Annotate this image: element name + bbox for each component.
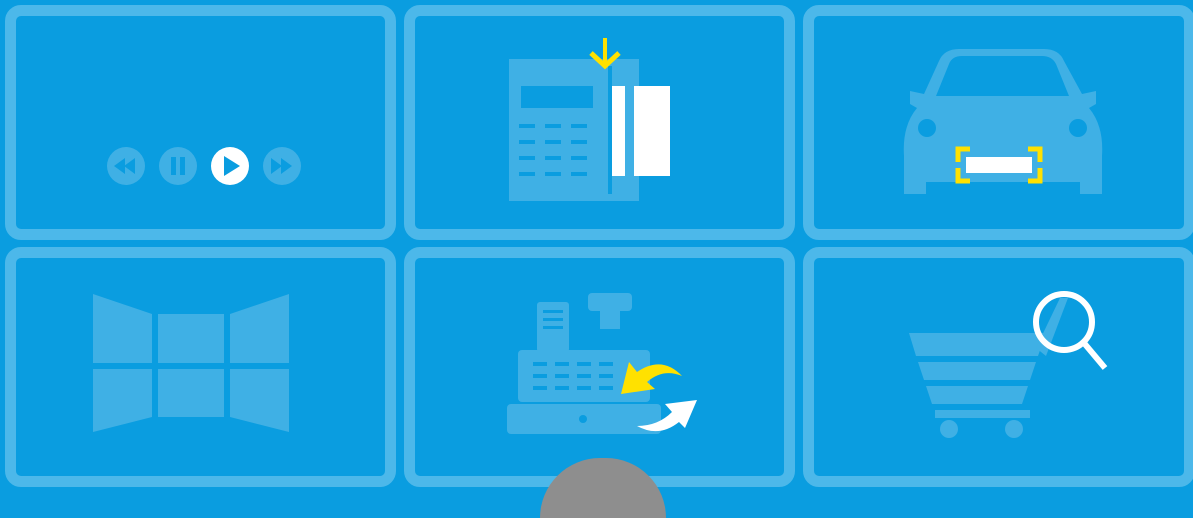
- car-license-plate-scan-icon: [903, 49, 1103, 194]
- media-controls-icon: [107, 147, 301, 185]
- tile-cash-register[interactable]: [404, 247, 795, 487]
- pause-button-icon: [159, 147, 197, 185]
- cash-register-exchange-icon: [507, 293, 697, 434]
- tile-card-payment[interactable]: [404, 5, 795, 240]
- fast-forward-button-icon: [263, 147, 301, 185]
- shopping-cart-icon: [909, 298, 1068, 438]
- rewind-button-icon: [107, 147, 145, 185]
- card-payment-terminal-icon: [509, 38, 670, 201]
- tile-media-controls[interactable]: [5, 5, 396, 240]
- tile-license-plate[interactable]: [803, 5, 1193, 240]
- tile-shopping-search[interactable]: [803, 247, 1193, 487]
- tile-panorama[interactable]: [5, 247, 396, 487]
- play-button-icon: [211, 147, 249, 185]
- shopping-cart-search-icon: [909, 291, 1108, 438]
- windows-panorama-icon: [93, 294, 289, 432]
